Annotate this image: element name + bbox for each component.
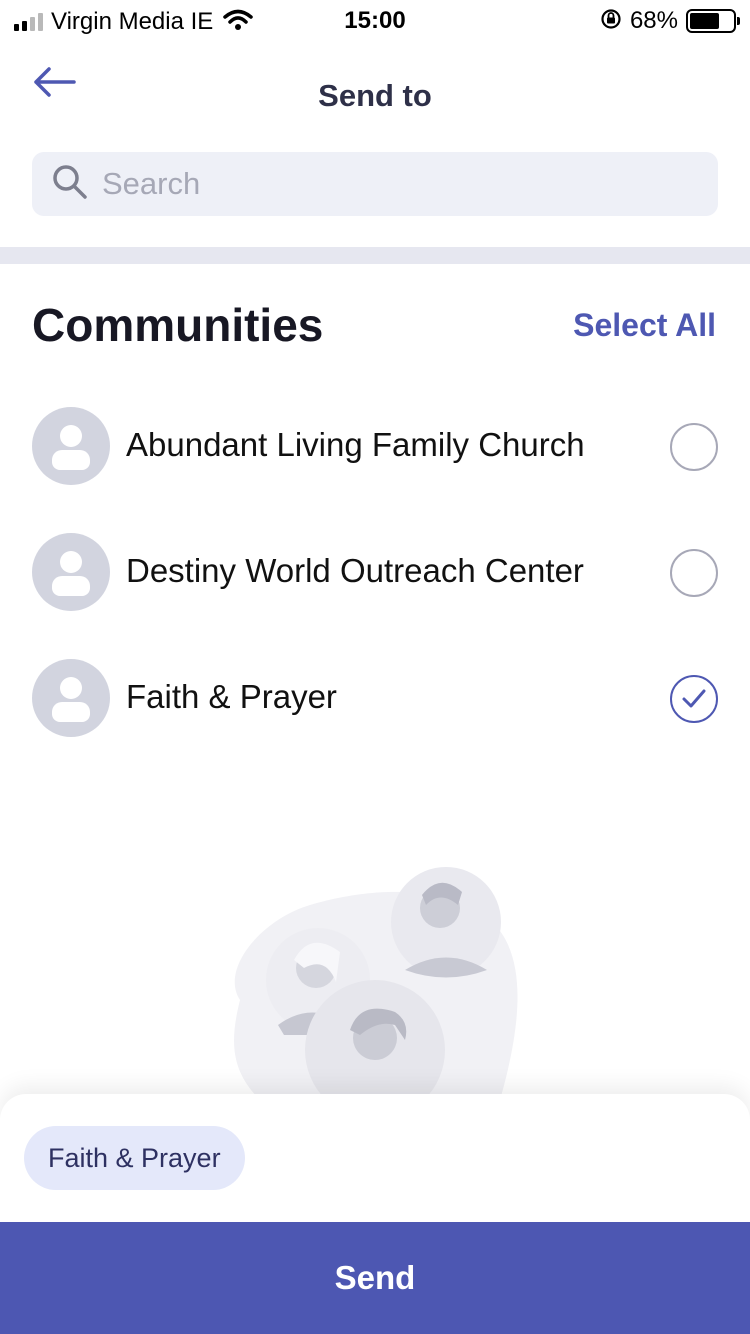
avatar	[32, 407, 110, 485]
community-row-3[interactable]: Faith & Prayer	[0, 648, 750, 748]
search-icon	[52, 164, 88, 205]
section-title: Communities	[32, 299, 324, 351]
radio-unchecked[interactable]	[670, 549, 718, 597]
search-box[interactable]	[32, 152, 718, 216]
search-input[interactable]	[102, 166, 662, 202]
status-right: 68%	[600, 7, 740, 35]
community-name: Faith & Prayer	[126, 678, 337, 715]
battery-icon	[686, 9, 740, 33]
community-name: Destiny World Outreach Center	[126, 552, 584, 589]
orientation-lock-icon	[600, 8, 622, 35]
battery-percentage: 68%	[629, 7, 678, 34]
people-illustration	[200, 860, 560, 1120]
community-name: Abundant Living Family Church	[126, 426, 585, 463]
selected-chip[interactable]: Faith & Prayer	[24, 1126, 245, 1190]
avatar	[32, 533, 110, 611]
status-bar: Virgin Media IE 15:00 68%	[0, 0, 750, 40]
select-all-button[interactable]: Select All	[573, 307, 716, 344]
page-title: Send to	[318, 78, 432, 113]
send-button[interactable]: Send	[0, 1222, 750, 1334]
checkmark-icon	[682, 689, 706, 708]
community-row-2[interactable]: Destiny World Outreach Center	[0, 522, 750, 622]
radio-checked[interactable]	[670, 675, 718, 723]
section-divider	[0, 247, 750, 264]
community-row-1[interactable]: Abundant Living Family Church	[0, 396, 750, 496]
selected-tray: Faith & Prayer	[0, 1094, 750, 1222]
radio-unchecked[interactable]	[670, 423, 718, 471]
send-label: Send	[334, 1259, 416, 1296]
avatar	[32, 659, 110, 737]
